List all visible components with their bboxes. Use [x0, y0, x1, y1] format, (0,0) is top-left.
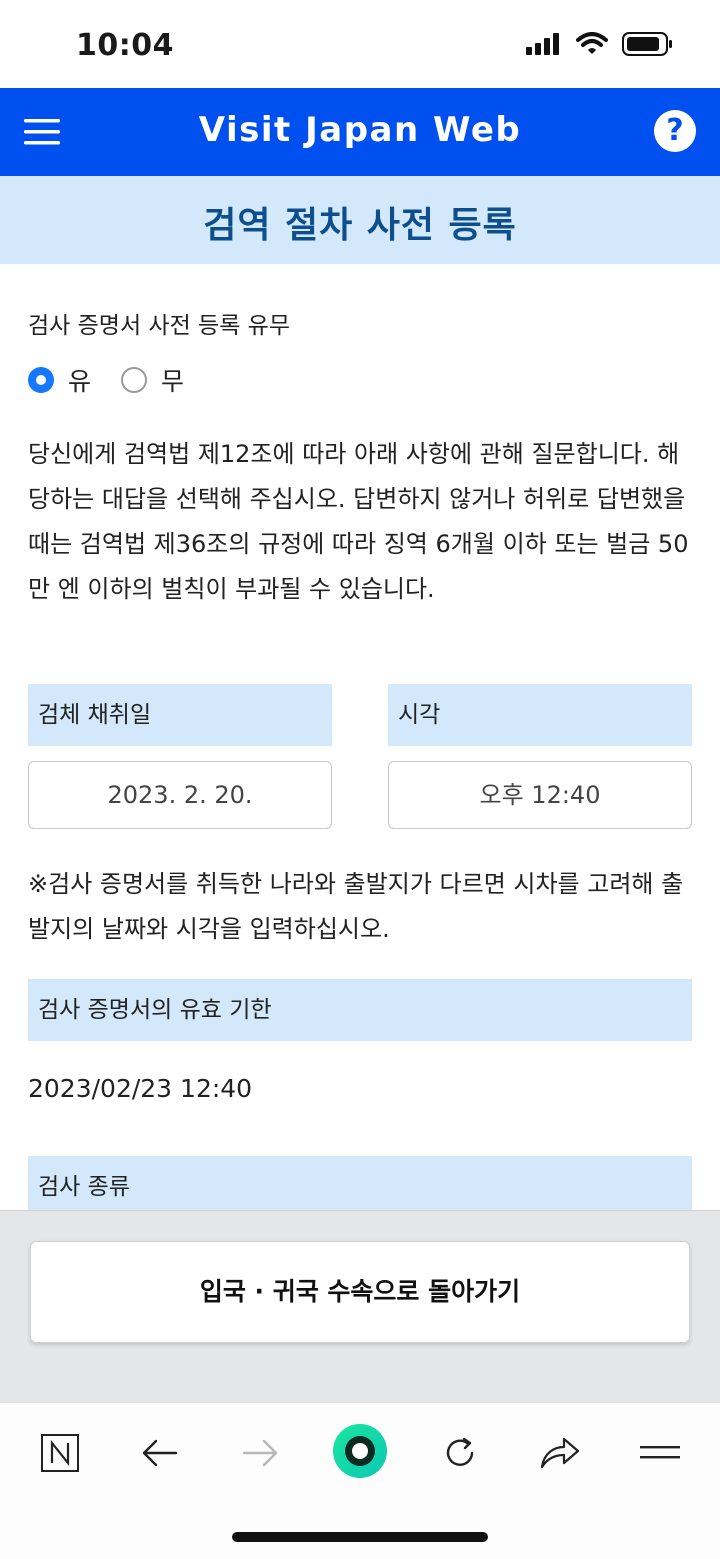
page-banner: 검역 절차 사전 등록 — [0, 176, 720, 264]
radio-option-yes[interactable]: 유 — [28, 362, 91, 398]
timezone-note: ※검사 증명서를 취득한 나라와 출발지가 다르면 시차를 고려해 출발지의 날… — [28, 870, 684, 943]
radio-unchecked-icon[interactable] — [121, 367, 148, 393]
certificate-radio-group: 유 무 — [28, 362, 214, 398]
time-input[interactable]: 오후 12:40 — [388, 761, 692, 829]
radio-option-no[interactable]: 무 — [121, 362, 184, 398]
status-time: 10:04 — [76, 28, 174, 63]
app-header: Visit Japan Web ? — [0, 88, 720, 176]
forward-arrow-icon[interactable] — [232, 1425, 288, 1481]
quarantine-notice: 당신에게 검역법 제12조에 따라 아래 사항에 관해 질문합니다. 해당하는 … — [28, 440, 689, 603]
app-title: Visit Japan Web — [198, 110, 522, 150]
help-icon[interactable]: ? — [654, 110, 696, 152]
bottom-panel: 입국 · 귀국 수속으로 돌아가기 — [0, 1210, 720, 1403]
status-bar: 10:04 — [0, 0, 720, 88]
naver-n-icon[interactable] — [32, 1425, 88, 1481]
radio-no-label: 무 — [161, 367, 185, 396]
page-title: 검역 절차 사전 등록 — [203, 205, 517, 246]
sample-date-label: 검체 채취일 — [28, 684, 332, 746]
home-green-icon[interactable] — [330, 1421, 390, 1481]
validity-value: 2023/02/23 12:40 — [28, 1074, 253, 1103]
back-arrow-icon[interactable] — [132, 1425, 188, 1481]
share-icon[interactable] — [532, 1425, 588, 1481]
home-indicator — [232, 1532, 488, 1542]
sample-date-input[interactable]: 2023. 2. 20. — [28, 761, 332, 829]
signal-icon — [526, 33, 559, 55]
refresh-icon[interactable] — [432, 1425, 488, 1481]
status-icons — [526, 32, 674, 56]
validity-label: 검사 증명서의 유효 기한 — [28, 979, 692, 1041]
battery-icon — [622, 32, 672, 56]
radio-checked-icon[interactable] — [28, 367, 54, 393]
return-to-procedures-button[interactable]: 입국 · 귀국 수속으로 돌아가기 — [30, 1241, 690, 1343]
test-type-label: 검사 종류 — [28, 1156, 692, 1218]
certificate-question-label: 검사 증명서 사전 등록 유무 — [28, 313, 291, 339]
wifi-icon — [576, 32, 608, 54]
radio-yes-label: 유 — [68, 367, 92, 396]
time-label: 시각 — [388, 684, 692, 746]
menu-lines-icon[interactable] — [632, 1425, 688, 1481]
